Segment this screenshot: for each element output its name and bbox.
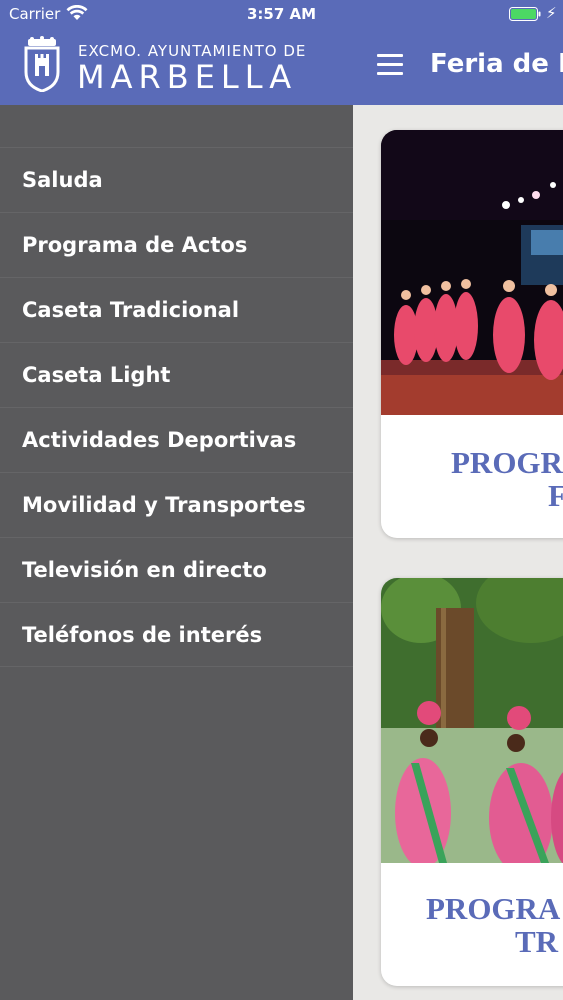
brand-title: MARBELLA xyxy=(77,58,298,96)
menu-item-movilidad-y-transportes[interactable]: Movilidad y Transportes xyxy=(0,472,353,537)
menu-item-programa-de-actos[interactable]: Programa de Actos xyxy=(0,212,353,277)
hamburger-icon[interactable] xyxy=(377,54,403,76)
battery-icon xyxy=(509,7,541,21)
flamenco-stage-photo xyxy=(381,130,563,415)
card-title-line2: F xyxy=(548,478,563,513)
drawer-menu-list: Saluda Programa de Actos Caseta Tradicio… xyxy=(0,147,353,667)
flamenco-park-photo xyxy=(381,578,563,863)
menu-item-caseta-tradicional[interactable]: Caseta Tradicional xyxy=(0,277,353,342)
program-card-feria[interactable]: PROGR F xyxy=(381,130,563,538)
drawer-header: EXCMO. AYUNTAMIENTO DE MARBELLA xyxy=(0,28,353,105)
marbella-crest-icon xyxy=(24,36,60,92)
page-title: Feria de M xyxy=(430,49,563,79)
card-title: PROGR F xyxy=(451,446,563,512)
card-title-line1: PROGRA xyxy=(426,891,561,926)
main-content: Feria de M xyxy=(353,28,563,1000)
menu-item-caseta-light[interactable]: Caseta Light xyxy=(0,342,353,407)
menu-item-actividades-deportivas[interactable]: Actividades Deportivas xyxy=(0,407,353,472)
menu-item-saluda[interactable]: Saluda xyxy=(0,147,353,212)
program-card-tradicional[interactable]: PROGRA TR xyxy=(381,578,563,986)
menu-item-telefonos-de-interes[interactable]: Teléfonos de interés xyxy=(0,602,353,667)
card-title-line2: TR xyxy=(515,924,559,959)
status-bar: Carrier 3:57 AM ⚡ xyxy=(0,0,563,28)
navigation-drawer: Saluda Programa de Actos Caseta Tradicio… xyxy=(0,105,353,1000)
top-app-bar: Feria de M xyxy=(353,28,563,105)
menu-item-television-en-directo[interactable]: Televisión en directo xyxy=(0,537,353,602)
card-title-line1: PROGR xyxy=(451,445,563,480)
charging-bolt-icon: ⚡ xyxy=(546,4,557,22)
clock-time: 3:57 AM xyxy=(246,5,317,23)
card-title: PROGRA TR xyxy=(426,892,563,958)
